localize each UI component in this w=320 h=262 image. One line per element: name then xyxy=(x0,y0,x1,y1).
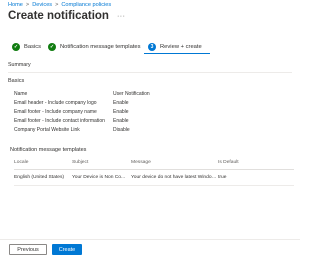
wizard-steps: ✓ Basics ✓ Notification message template… xyxy=(12,42,292,56)
basics-value: Disable xyxy=(113,127,130,133)
breadcrumb-compliance-policies-link[interactable]: Compliance policies xyxy=(61,2,111,8)
basics-heading: Basics xyxy=(8,78,25,84)
basics-row-name: Name User Notification xyxy=(14,91,150,97)
column-header-is-default: Is Default xyxy=(218,158,294,170)
step-number-icon: 3 xyxy=(148,43,156,51)
basics-value: Enable xyxy=(113,100,129,106)
basics-key: Email footer - Include contact informati… xyxy=(14,118,105,124)
checkmark-icon: ✓ xyxy=(12,43,20,51)
basics-key: Company Portal Website Link xyxy=(14,127,80,133)
breadcrumb-separator: > xyxy=(25,2,30,8)
basics-row-company-logo: Email header - Include company logo Enab… xyxy=(14,100,129,106)
basics-key: Email header - Include company logo xyxy=(14,100,97,106)
footer-divider xyxy=(0,239,300,240)
basics-row-company-portal-link: Company Portal Website Link Disable xyxy=(14,127,130,133)
more-options-icon[interactable]: ··· xyxy=(117,13,126,20)
divider xyxy=(8,72,292,73)
summary-label: Summary xyxy=(8,62,31,68)
basics-row-contact-information: Email footer - Include contact informati… xyxy=(14,118,129,124)
page-title: Create notification xyxy=(8,10,109,22)
step-notification-message-templates[interactable]: ✓ Notification message templates xyxy=(48,42,141,52)
templates-table: Locale Subject Message Is Default Englis… xyxy=(14,158,294,186)
basics-value: Enable xyxy=(113,109,129,115)
breadcrumb-home-link[interactable]: Home xyxy=(8,2,23,8)
basics-key: Email footer - Include company name xyxy=(14,109,97,115)
cell-locale: English (United States) xyxy=(14,169,72,186)
cell-subject: Your Device is Non Co... xyxy=(72,169,131,186)
column-header-subject: Subject xyxy=(72,158,131,170)
cell-message: Your device do not have latest Windows 1… xyxy=(131,169,218,186)
breadcrumb: Home > Devices > Compliance policies xyxy=(8,2,111,8)
breadcrumb-separator: > xyxy=(55,2,59,8)
step-basics[interactable]: ✓ Basics xyxy=(12,42,41,52)
step-review-label: Review + create xyxy=(160,44,202,50)
breadcrumb-devices-link[interactable]: Devices xyxy=(32,2,52,8)
step-review-create[interactable]: 3 Review + create xyxy=(148,42,202,52)
basics-row-company-name: Email footer - Include company name Enab… xyxy=(14,109,129,115)
table-row[interactable]: English (United States) Your Device is N… xyxy=(14,169,294,186)
basics-value: User Notification xyxy=(113,91,150,97)
active-step-underline xyxy=(144,53,210,55)
table-header-row: Locale Subject Message Is Default xyxy=(14,158,294,170)
column-header-message: Message xyxy=(131,158,218,170)
step-templates-label: Notification message templates xyxy=(60,44,141,50)
previous-button[interactable]: Previous xyxy=(9,244,47,255)
column-header-locale: Locale xyxy=(14,158,72,170)
basics-key: Name xyxy=(14,91,28,97)
basics-value: Enable xyxy=(113,118,129,124)
title-row: Create notification ··· xyxy=(8,10,125,22)
create-button[interactable]: Create xyxy=(52,244,82,255)
checkmark-icon: ✓ xyxy=(48,43,56,51)
templates-heading: Notification message templates xyxy=(10,147,87,153)
step-basics-label: Basics xyxy=(24,44,42,50)
cell-is-default: true xyxy=(218,169,294,186)
